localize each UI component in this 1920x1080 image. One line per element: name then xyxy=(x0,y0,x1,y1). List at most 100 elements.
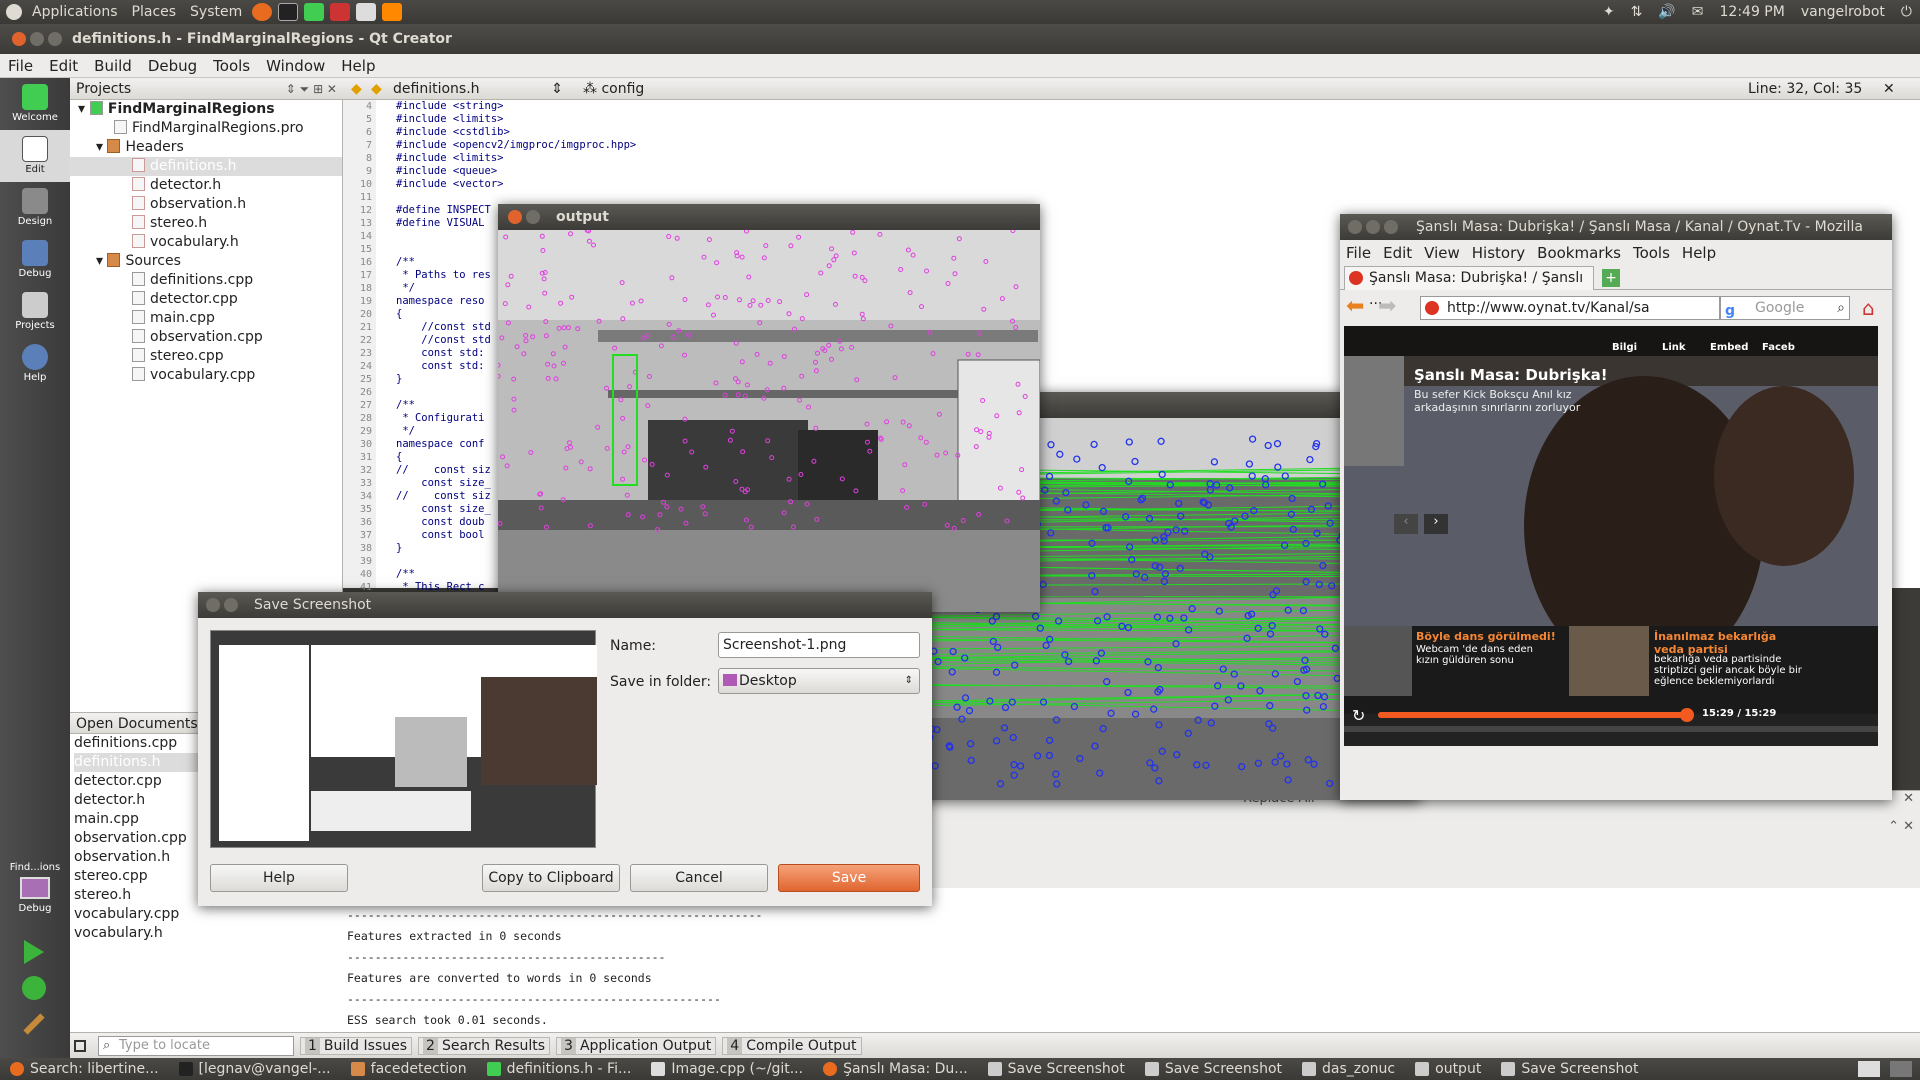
link-button[interactable]: Link xyxy=(1662,342,1686,353)
tree-file[interactable]: main.cpp xyxy=(70,309,342,328)
dropbox-icon[interactable]: ✦ xyxy=(1603,4,1615,20)
kit-selector[interactable]: Find...ions Debug xyxy=(0,862,70,914)
mode-projects[interactable]: Projects xyxy=(0,286,70,338)
minimize-icon[interactable] xyxy=(526,210,540,224)
new-tab-icon[interactable]: + xyxy=(1602,269,1620,287)
tree-file[interactable]: stereo.h xyxy=(70,214,342,233)
menu-edit[interactable]: Edit xyxy=(41,57,86,75)
vlc-launcher-icon[interactable] xyxy=(382,3,403,21)
home-icon[interactable]: ⌂ xyxy=(1862,296,1875,320)
video-player[interactable]: Bilgi Link Embed Faceb Şanslı Masa: Dubr… xyxy=(1344,326,1878,746)
prev-icon[interactable]: ‹ xyxy=(1394,514,1418,534)
replay-icon[interactable]: ↻ xyxy=(1352,706,1365,725)
close-editor-icon[interactable]: ✕ xyxy=(1883,78,1895,100)
minimize-icon[interactable] xyxy=(224,598,238,612)
tree-file[interactable]: stereo.cpp xyxy=(70,347,342,366)
facebook-button[interactable]: Faceb xyxy=(1762,342,1795,353)
tree-file[interactable]: vocabulary.h xyxy=(70,233,342,252)
mode-welcome[interactable]: Welcome xyxy=(0,78,70,130)
output-title-bar[interactable]: output xyxy=(498,204,1040,230)
cancel-button[interactable]: Cancel xyxy=(630,864,768,892)
app-launcher-icon[interactable] xyxy=(330,3,351,21)
taskbar-item[interactable]: das_zonuc xyxy=(1292,1061,1405,1077)
ff-menu-tools[interactable]: Tools xyxy=(1627,244,1676,262)
maximize-icon[interactable] xyxy=(48,32,62,46)
ff-menu-history[interactable]: History xyxy=(1466,244,1531,262)
save-dialog-title-bar[interactable]: Save Screenshot xyxy=(198,592,932,618)
ubuntu-logo-icon[interactable] xyxy=(6,4,22,20)
tab-build-issues[interactable]: 1 Build Issues xyxy=(300,1036,413,1055)
taskbar-item[interactable]: [legnav@vangel-... xyxy=(169,1061,341,1077)
build-hammer-icon[interactable] xyxy=(22,1012,46,1036)
tree-file[interactable]: definitions.cpp xyxy=(70,271,342,290)
taskbar-item[interactable]: Image.cpp (~/git... xyxy=(641,1061,813,1077)
tree-file[interactable]: vocabulary.cpp xyxy=(70,366,342,385)
menu-places[interactable]: Places xyxy=(125,4,184,20)
taskbar-item[interactable]: definitions.h - Fi... xyxy=(477,1061,642,1077)
firefox-title-bar[interactable]: Şanslı Masa: Dubrişka! / Şanslı Masa / K… xyxy=(1340,214,1892,240)
taskbar-item[interactable]: facedetection xyxy=(341,1061,477,1077)
nav-back-icon[interactable]: ◆ xyxy=(351,78,362,100)
next-icon[interactable]: › xyxy=(1424,514,1448,534)
debug-run-icon[interactable] xyxy=(22,976,46,1000)
ff-menu-help[interactable]: Help xyxy=(1676,244,1722,262)
save-screenshot-dialog[interactable]: Save Screenshot Name: Screenshot-1.png S… xyxy=(198,592,932,906)
tree-file[interactable]: observation.cpp xyxy=(70,328,342,347)
menu-help[interactable]: Help xyxy=(333,57,383,75)
open-doc-item[interactable]: vocabulary.cpp xyxy=(74,905,343,924)
forward-icon[interactable]: ➡ xyxy=(1378,294,1396,319)
firefox-launcher-icon[interactable] xyxy=(252,3,273,21)
tree-file[interactable]: observation.h xyxy=(70,195,342,214)
close-find-icon[interactable]: ✕ xyxy=(1903,791,1914,806)
filename-input[interactable]: Screenshot-1.png xyxy=(718,632,920,658)
toggle-sidebar-icon[interactable] xyxy=(74,1039,86,1052)
tree-file[interactable]: detector.cpp xyxy=(70,290,342,309)
browser-tab[interactable]: Şanslı Masa: Dubrişka! / Şanslı ... xyxy=(1344,266,1594,308)
taskbar-item[interactable]: Save Screenshot xyxy=(978,1061,1135,1077)
mode-help[interactable]: Help xyxy=(0,338,70,390)
menu-window[interactable]: Window xyxy=(258,57,333,75)
trash-icon[interactable] xyxy=(1890,1061,1912,1077)
taskbar-item[interactable]: Search: libertine... xyxy=(0,1061,169,1077)
mail-icon[interactable]: ✉ xyxy=(1692,4,1704,20)
taskbar-item[interactable]: output xyxy=(1405,1061,1491,1077)
tab-compile-output[interactable]: 4 Compile Output xyxy=(722,1036,862,1055)
ff-menu-edit[interactable]: Edit xyxy=(1377,244,1418,262)
tree-sources-folder[interactable]: ▾ Sources xyxy=(70,252,342,271)
user-menu[interactable]: vangelrobot xyxy=(1801,4,1885,20)
related-title[interactable]: Böyle dans görülmedi! xyxy=(1416,630,1556,643)
qt-launcher-icon[interactable] xyxy=(304,3,325,21)
related-title[interactable]: İnanılmaz bekarlığa veda partisi xyxy=(1654,630,1804,656)
workspace-switcher-icon[interactable] xyxy=(1858,1061,1880,1077)
taskbar-item[interactable]: Save Screenshot xyxy=(1491,1061,1648,1077)
taskbar-item[interactable]: Save Screenshot xyxy=(1135,1061,1292,1077)
tree-pro-file[interactable]: FindMarginalRegions.pro xyxy=(70,119,342,138)
menu-build[interactable]: Build xyxy=(86,57,140,75)
maximize-icon[interactable] xyxy=(1384,220,1398,234)
taskbar-item[interactable]: Şanslı Masa: Du... xyxy=(813,1061,978,1077)
close-icon[interactable] xyxy=(12,32,26,46)
menu-applications[interactable]: Applications xyxy=(25,4,125,20)
search-box[interactable]: g Google ⌕ xyxy=(1720,296,1850,320)
mode-design[interactable]: Design xyxy=(0,182,70,234)
menu-debug[interactable]: Debug xyxy=(140,57,205,75)
terminal-launcher-icon[interactable] xyxy=(278,3,299,21)
minimize-icon[interactable] xyxy=(1366,220,1380,234)
minimize-icon[interactable] xyxy=(30,32,44,46)
copy-to-clipboard-button[interactable]: Copy to Clipboard xyxy=(482,864,620,892)
menu-tools[interactable]: Tools xyxy=(205,57,258,75)
ff-menu-bookmarks[interactable]: Bookmarks xyxy=(1531,244,1627,262)
ff-menu-file[interactable]: File xyxy=(1340,244,1377,262)
save-button[interactable]: Save xyxy=(778,864,920,892)
symbol-selector[interactable]: ⁂ config xyxy=(583,78,644,100)
volume-icon[interactable]: 🔊 xyxy=(1658,4,1675,20)
tree-project[interactable]: ▾ FindMarginalRegions xyxy=(70,100,342,119)
close-icon[interactable] xyxy=(508,210,522,224)
projects-pane-header[interactable]: Projects ⇕ ⏷ ⊞ ✕ xyxy=(70,78,343,100)
help-button[interactable]: Help xyxy=(210,864,348,892)
tree-file[interactable]: detector.h xyxy=(70,176,342,195)
nav-forward-icon[interactable]: ◆ xyxy=(371,78,382,100)
info-button[interactable]: Bilgi xyxy=(1612,342,1637,353)
output-window[interactable]: output xyxy=(498,204,1040,612)
tab-search-results[interactable]: 2 Search Results xyxy=(418,1036,551,1055)
